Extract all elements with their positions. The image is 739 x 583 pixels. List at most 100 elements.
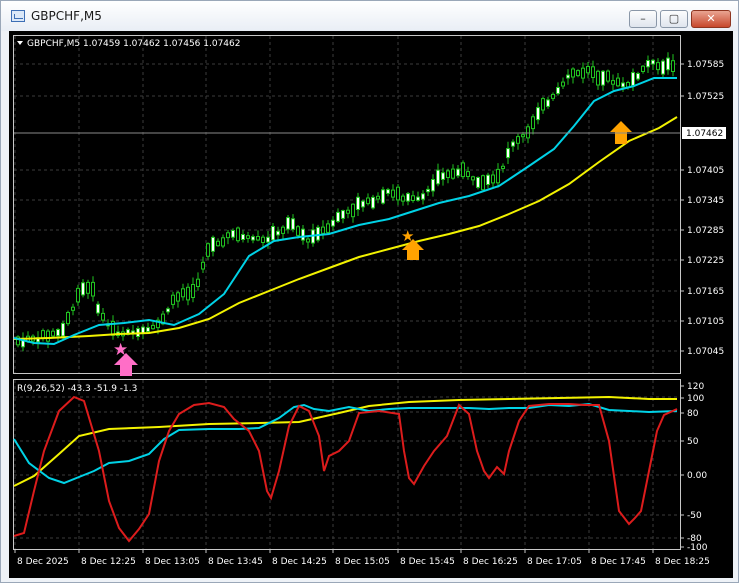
candle-body (56, 329, 60, 337)
price-tick-label: 1.07405 (687, 166, 724, 176)
title-bar[interactable]: GBPCHF,M5 – ▢ ✕ (1, 1, 738, 31)
candle-body (516, 136, 520, 144)
candle-body (256, 236, 260, 241)
candle-body (416, 196, 420, 201)
fast-moving-average-line (13, 77, 677, 346)
candle-body (191, 284, 195, 298)
candle-body (146, 327, 150, 333)
candle-body (46, 330, 50, 342)
candle-body (86, 281, 90, 294)
time-tick-label: 8 Dec 17:45 (591, 557, 646, 567)
candle-body (431, 179, 435, 192)
candle-body (316, 226, 320, 241)
candle-body (631, 72, 635, 86)
price-tick-label: 1.07345 (687, 196, 724, 206)
candle-body (326, 223, 330, 233)
candle-body (471, 176, 475, 181)
candle-body (211, 236, 215, 252)
candle-body (446, 170, 450, 178)
candle-body (641, 65, 645, 73)
minimize-button[interactable]: – (629, 10, 657, 28)
candle-body (231, 230, 235, 238)
candle-body (441, 172, 445, 180)
candle-body (206, 243, 210, 257)
close-button[interactable]: ✕ (691, 10, 731, 28)
candle-body (61, 322, 65, 337)
candle-body (246, 235, 250, 239)
time-tick-label: 8 Dec 2025 (17, 557, 69, 567)
candle-body (336, 211, 340, 222)
candle-body (166, 308, 170, 313)
candle-body (41, 330, 45, 339)
candle-body (101, 312, 105, 321)
candle-body (226, 232, 230, 239)
chart-area[interactable]: ★ ★ GBPCHF,M5 1.07459 1.07462 1.07456 1.… (9, 31, 733, 578)
candle-body (456, 168, 460, 177)
oscillator-tick-label: 100 (687, 394, 704, 404)
candle-body (526, 126, 530, 139)
candle-body (421, 193, 425, 200)
oscillator-tick-label: 120 (687, 382, 704, 392)
candle-body (511, 141, 515, 147)
candle-body (546, 99, 550, 107)
candle-body (386, 189, 390, 194)
candle-body (286, 217, 290, 230)
candle-body (541, 98, 545, 111)
chart-window: GBPCHF,M5 – ▢ ✕ ★ ★ GBPCHF,M5 1.07459 1.… (0, 0, 739, 583)
candle-body (596, 70, 600, 86)
candle-body (91, 281, 95, 297)
candle-body (621, 82, 625, 88)
candle-body (276, 230, 280, 236)
candle-body (96, 303, 100, 314)
maximize-button[interactable]: ▢ (660, 10, 688, 28)
candle-body (186, 286, 190, 301)
price-tick-label: 1.07285 (687, 226, 724, 236)
candle-body (491, 174, 495, 184)
oscillator-tick-label: 80 (687, 409, 699, 419)
time-tick-label: 8 Dec 13:45 (208, 557, 263, 567)
candlestick-series (16, 52, 675, 352)
candle-body (671, 60, 675, 73)
candle-body (181, 288, 185, 298)
price-tick-label: 1.07105 (687, 317, 724, 327)
time-tick-label: 8 Dec 15:05 (335, 557, 390, 567)
time-tick-label: 8 Dec 15:45 (400, 557, 455, 567)
candle-body (486, 174, 490, 185)
candle-body (656, 62, 660, 71)
candle-body (371, 196, 375, 209)
candle-body (666, 57, 670, 71)
candle-body (536, 107, 540, 121)
candle-body (476, 177, 480, 188)
candle-body (221, 237, 225, 247)
candle-body (281, 226, 285, 234)
candle-body (321, 226, 325, 234)
candle-body (481, 175, 485, 191)
candle-body (201, 261, 205, 270)
candle-body (521, 134, 525, 138)
candle-body (411, 195, 415, 202)
candle-body (301, 228, 305, 241)
oscillator-tick-label: 50 (687, 437, 699, 447)
candle-body (611, 80, 615, 85)
candle-body (171, 294, 175, 305)
candle-body (71, 306, 75, 311)
candle-body (151, 324, 155, 330)
candle-body (366, 197, 370, 205)
price-tick-label: 1.07225 (687, 256, 724, 266)
candle-body (616, 77, 620, 87)
candle-body (196, 278, 200, 287)
candle-body (76, 287, 80, 303)
candle-body (356, 196, 360, 211)
time-tick-label: 8 Dec 18:25 (655, 557, 710, 567)
candle-body (66, 312, 70, 325)
candle-body (436, 169, 440, 185)
candle-body (506, 148, 510, 159)
window-title: GBPCHF,M5 (31, 9, 102, 23)
candle-body (556, 87, 560, 95)
candle-body (81, 282, 85, 296)
time-tick-label: 8 Dec 16:25 (463, 557, 518, 567)
current-price-label: 1.07462 (686, 129, 723, 139)
price-tick-label: 1.07045 (687, 347, 724, 357)
candle-body (646, 60, 650, 68)
collapse-triangle-icon[interactable] (17, 41, 23, 45)
